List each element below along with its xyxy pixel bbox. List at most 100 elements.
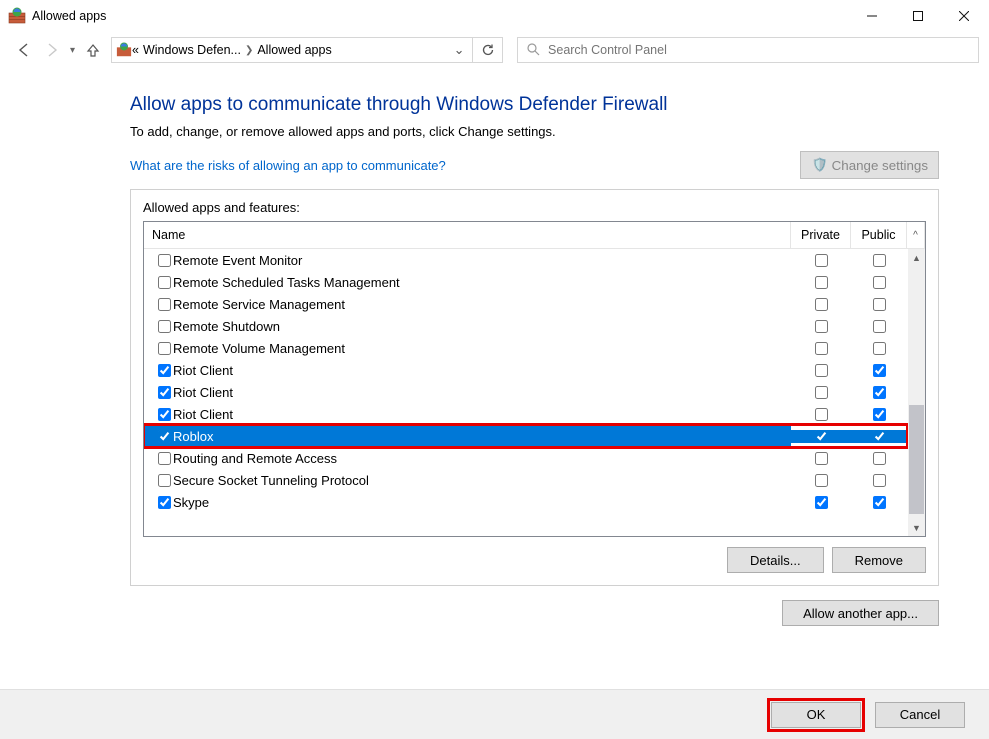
row-public-checkbox[interactable] [873,298,886,311]
row-enable-checkbox[interactable] [158,474,171,487]
list-header: Name Private Public ^ [144,222,925,249]
panel-label: Allowed apps and features: [143,200,926,215]
row-public-checkbox[interactable] [873,364,886,377]
titlebar: Allowed apps [0,0,989,32]
row-enable-checkbox[interactable] [158,276,171,289]
row-private-checkbox[interactable] [815,342,828,355]
breadcrumb-item-2[interactable]: Allowed apps [257,43,331,57]
search-icon [526,42,540,59]
forward-button[interactable] [38,35,66,65]
table-row[interactable]: Remote Scheduled Tasks Management [144,271,907,293]
breadcrumb-item-1[interactable]: Windows Defen... [143,43,241,57]
page-subtitle: To add, change, or remove allowed apps a… [130,124,939,139]
table-row[interactable]: Roblox [144,425,907,447]
vertical-scrollbar[interactable]: ▲ ▼ [908,249,925,536]
cancel-button[interactable]: Cancel [875,702,965,728]
window-title: Allowed apps [32,9,106,23]
page-title: Allow apps to communicate through Window… [130,94,939,116]
row-enable-checkbox[interactable] [158,298,171,311]
risks-link[interactable]: What are the risks of allowing an app to… [130,158,446,173]
row-private-checkbox[interactable] [815,452,828,465]
column-name[interactable]: Name [144,222,791,248]
row-public-checkbox[interactable] [873,386,886,399]
address-bar[interactable]: « Windows Defen... ❯ Allowed apps ⌄ [111,37,473,63]
table-row[interactable]: Remote Shutdown [144,315,907,337]
row-name: Secure Socket Tunneling Protocol [173,473,369,488]
column-public[interactable]: Public [851,222,907,248]
content-area: Allow apps to communicate through Window… [0,68,989,689]
search-box[interactable] [517,37,979,63]
table-row[interactable]: Riot Client [144,359,907,381]
row-name: Remote Shutdown [173,319,280,334]
table-row[interactable]: Riot Client [144,381,907,403]
recent-dropdown[interactable]: ▾ [66,45,79,56]
row-enable-checkbox[interactable] [158,496,171,509]
row-private-checkbox[interactable] [815,276,828,289]
row-public-checkbox[interactable] [873,452,886,465]
allow-another-app-button[interactable]: Allow another app... [782,600,939,626]
row-private-checkbox[interactable] [815,496,828,509]
scroll-track[interactable] [908,266,925,519]
ok-button[interactable]: OK [771,702,861,728]
table-row[interactable]: Remote Event Monitor [144,249,907,271]
row-public-checkbox[interactable] [873,254,886,267]
apps-listbox: Name Private Public ^ Remote Event Monit… [143,221,926,537]
scroll-thumb[interactable] [909,405,924,514]
breadcrumb-prefix: « [132,43,139,57]
row-private-checkbox[interactable] [815,254,828,267]
table-row[interactable]: Skype [144,491,907,513]
row-enable-checkbox[interactable] [158,386,171,399]
row-name: Riot Client [173,407,233,422]
row-public-checkbox[interactable] [873,276,886,289]
remove-button[interactable]: Remove [832,547,926,573]
details-button[interactable]: Details... [727,547,824,573]
row-enable-checkbox[interactable] [158,320,171,333]
table-row[interactable]: Routing and Remote Access [144,447,907,469]
row-public-checkbox[interactable] [873,430,886,443]
close-button[interactable] [941,0,987,32]
scroll-up-arrow[interactable]: ▲ [908,249,925,266]
row-name: Skype [173,495,209,510]
row-private-checkbox[interactable] [815,364,828,377]
table-row[interactable]: Secure Socket Tunneling Protocol [144,469,907,491]
row-public-checkbox[interactable] [873,496,886,509]
column-private[interactable]: Private [791,222,851,248]
row-name: Riot Client [173,363,233,378]
chevron-right-icon: ❯ [245,45,253,56]
row-name: Remote Event Monitor [173,253,302,268]
maximize-button[interactable] [895,0,941,32]
up-button[interactable] [79,35,107,65]
minimize-button[interactable] [849,0,895,32]
back-button[interactable] [10,35,38,65]
scroll-down-arrow[interactable]: ▼ [908,519,925,536]
address-dropdown[interactable]: ⌄ [450,42,468,58]
row-name: Roblox [173,429,213,444]
row-name: Remote Service Management [173,297,345,312]
row-enable-checkbox[interactable] [158,430,171,443]
row-public-checkbox[interactable] [873,320,886,333]
row-enable-checkbox[interactable] [158,364,171,377]
row-public-checkbox[interactable] [873,474,886,487]
row-name: Remote Volume Management [173,341,345,356]
change-settings-button[interactable]: 🛡️ Change settings [800,151,939,179]
shield-icon: 🛡️ [811,157,827,173]
table-row[interactable]: Remote Service Management [144,293,907,315]
row-enable-checkbox[interactable] [158,408,171,421]
row-private-checkbox[interactable] [815,320,828,333]
row-private-checkbox[interactable] [815,298,828,311]
table-row[interactable]: Remote Volume Management [144,337,907,359]
row-private-checkbox[interactable] [815,474,828,487]
refresh-button[interactable] [473,37,503,63]
row-public-checkbox[interactable] [873,342,886,355]
table-row[interactable]: Riot Client [144,403,907,425]
search-input[interactable] [546,42,970,58]
row-private-checkbox[interactable] [815,430,828,443]
row-private-checkbox[interactable] [815,386,828,399]
row-public-checkbox[interactable] [873,408,886,421]
row-enable-checkbox[interactable] [158,342,171,355]
row-private-checkbox[interactable] [815,408,828,421]
row-enable-checkbox[interactable] [158,452,171,465]
column-scroll-arrow: ^ [907,222,925,248]
row-enable-checkbox[interactable] [158,254,171,267]
row-name: Routing and Remote Access [173,451,337,466]
